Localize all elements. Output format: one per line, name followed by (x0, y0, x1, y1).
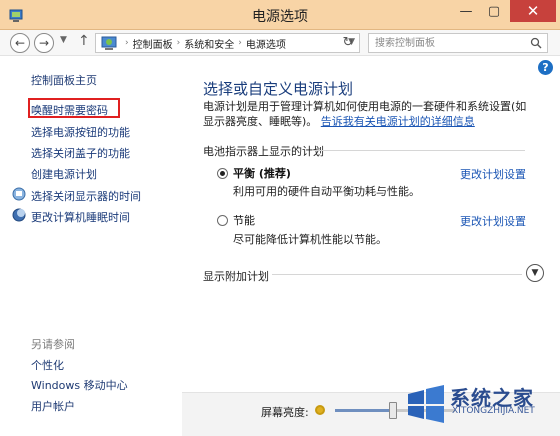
plan-power-saver-change-link[interactable]: 更改计划设置 (460, 213, 526, 229)
maximize-button[interactable]: ▢ (480, 0, 508, 22)
search-box[interactable] (368, 33, 548, 53)
description-text: 电源计划是用于管理计算机如何使用电源的一套硬件和系统设置(如显示器亮度、睡眠等)… (203, 99, 533, 129)
sidebar-link-require-password[interactable]: 唤醒时需要密码 (31, 102, 108, 118)
plan-power-saver-desc: 尽可能降低计算机性能以节能。 (233, 233, 387, 246)
up-button[interactable]: ↑ (78, 33, 90, 49)
breadcrumb-separator: › (125, 38, 129, 48)
brightness-label: 屏幕亮度: (261, 406, 309, 419)
brightness-sun-icon (315, 405, 325, 415)
arrow-left-icon: ← (14, 36, 26, 50)
breadcrumb-power-options[interactable]: 电源选项 (246, 36, 286, 51)
minimize-button[interactable]: — (452, 0, 480, 22)
see-also-personalization-link[interactable]: 个性化 (31, 357, 64, 373)
watermark-url: XITONGZHIJIA.NET (452, 406, 535, 416)
search-input[interactable] (369, 34, 519, 52)
left-pane: 控制面板主页 唤醒时需要密码 选择电源按钮的功能 选择关闭盖子的功能 创建电源计… (0, 57, 182, 436)
control-panel-home-link[interactable]: 控制面板主页 (31, 72, 97, 88)
breadcrumb-control-panel[interactable]: 控制面板 (133, 36, 173, 51)
chevron-down-icon: ▼ (60, 35, 67, 45)
expand-button[interactable]: ▼ (526, 264, 544, 282)
brightness-slider-thumb[interactable] (388, 402, 397, 419)
breadcrumb-separator: › (176, 38, 181, 48)
help-icon[interactable]: ? (538, 60, 553, 75)
title-bar: 电源选项 — ▢ ✕ (0, 0, 560, 30)
plan-balanced-radio[interactable] (217, 168, 228, 179)
sidebar-link-close-lid[interactable]: 选择关闭盖子的功能 (31, 145, 130, 161)
main-pane: ? 选择或自定义电源计划 电源计划是用于管理计算机如何使用电源的一套硬件和系统设… (182, 57, 560, 436)
forward-button[interactable]: → (34, 33, 54, 53)
recent-locations-dropdown[interactable]: ▼ (60, 35, 67, 45)
close-button[interactable]: ✕ (510, 0, 556, 22)
plan-power-saver-name[interactable]: 节能 (233, 212, 255, 228)
sleep-moon-icon (12, 208, 26, 222)
brightness-slider-fill (335, 409, 393, 412)
arrow-right-icon: → (38, 36, 50, 50)
divider (272, 274, 522, 275)
divider (312, 150, 525, 151)
sidebar-link-power-buttons[interactable]: 选择电源按钮的功能 (31, 124, 130, 140)
sidebar-link-create-plan[interactable]: 创建电源计划 (31, 166, 97, 182)
search-icon[interactable] (530, 37, 542, 49)
show-additional-plans-label[interactable]: 显示附加计划 (203, 268, 269, 284)
breadcrumb-separator: › (238, 38, 242, 48)
power-plan-info-link[interactable]: 告诉我有关电源计划的详细信息 (321, 115, 475, 128)
page-title: 选择或自定义电源计划 (203, 80, 354, 98)
monitor-icon (12, 187, 26, 201)
control-panel-icon (101, 36, 117, 50)
watermark-logo (408, 385, 444, 423)
plan-power-saver-radio[interactable] (217, 215, 228, 226)
navigation-bar: ← → ▼ ↑ › 控制面板 › 系统和安全 › 电源选项 ▼ ↻ (0, 30, 560, 56)
see-also-mobility-center-link[interactable]: Windows 移动中心 (31, 377, 128, 393)
chevron-down-icon: ▼ (531, 268, 539, 278)
see-also-user-accounts-link[interactable]: 用户帐户 (31, 398, 75, 414)
refresh-icon: ↻ (342, 35, 354, 50)
battery-group-label: 电池指示器上显示的计划 (203, 145, 324, 158)
refresh-button[interactable]: ↻ (340, 35, 356, 50)
arrow-up-icon: ↑ (78, 33, 90, 49)
address-bar[interactable]: › 控制面板 › 系统和安全 › 电源选项 ▼ (95, 33, 360, 53)
sidebar-link-sleep-time[interactable]: 更改计算机睡眠时间 (31, 209, 130, 225)
back-button[interactable]: ← (10, 33, 30, 53)
sidebar-link-display-off[interactable]: 选择关闭显示器的时间 (31, 188, 141, 204)
see-also-heading: 另请参阅 (31, 338, 75, 351)
breadcrumb-system-security[interactable]: 系统和安全 (184, 36, 234, 51)
plan-balanced-change-link[interactable]: 更改计划设置 (460, 166, 526, 182)
plan-balanced-name[interactable]: 平衡 (推荐) (233, 165, 291, 181)
plan-balanced-desc: 利用可用的硬件自动平衡功耗与性能。 (233, 185, 420, 198)
